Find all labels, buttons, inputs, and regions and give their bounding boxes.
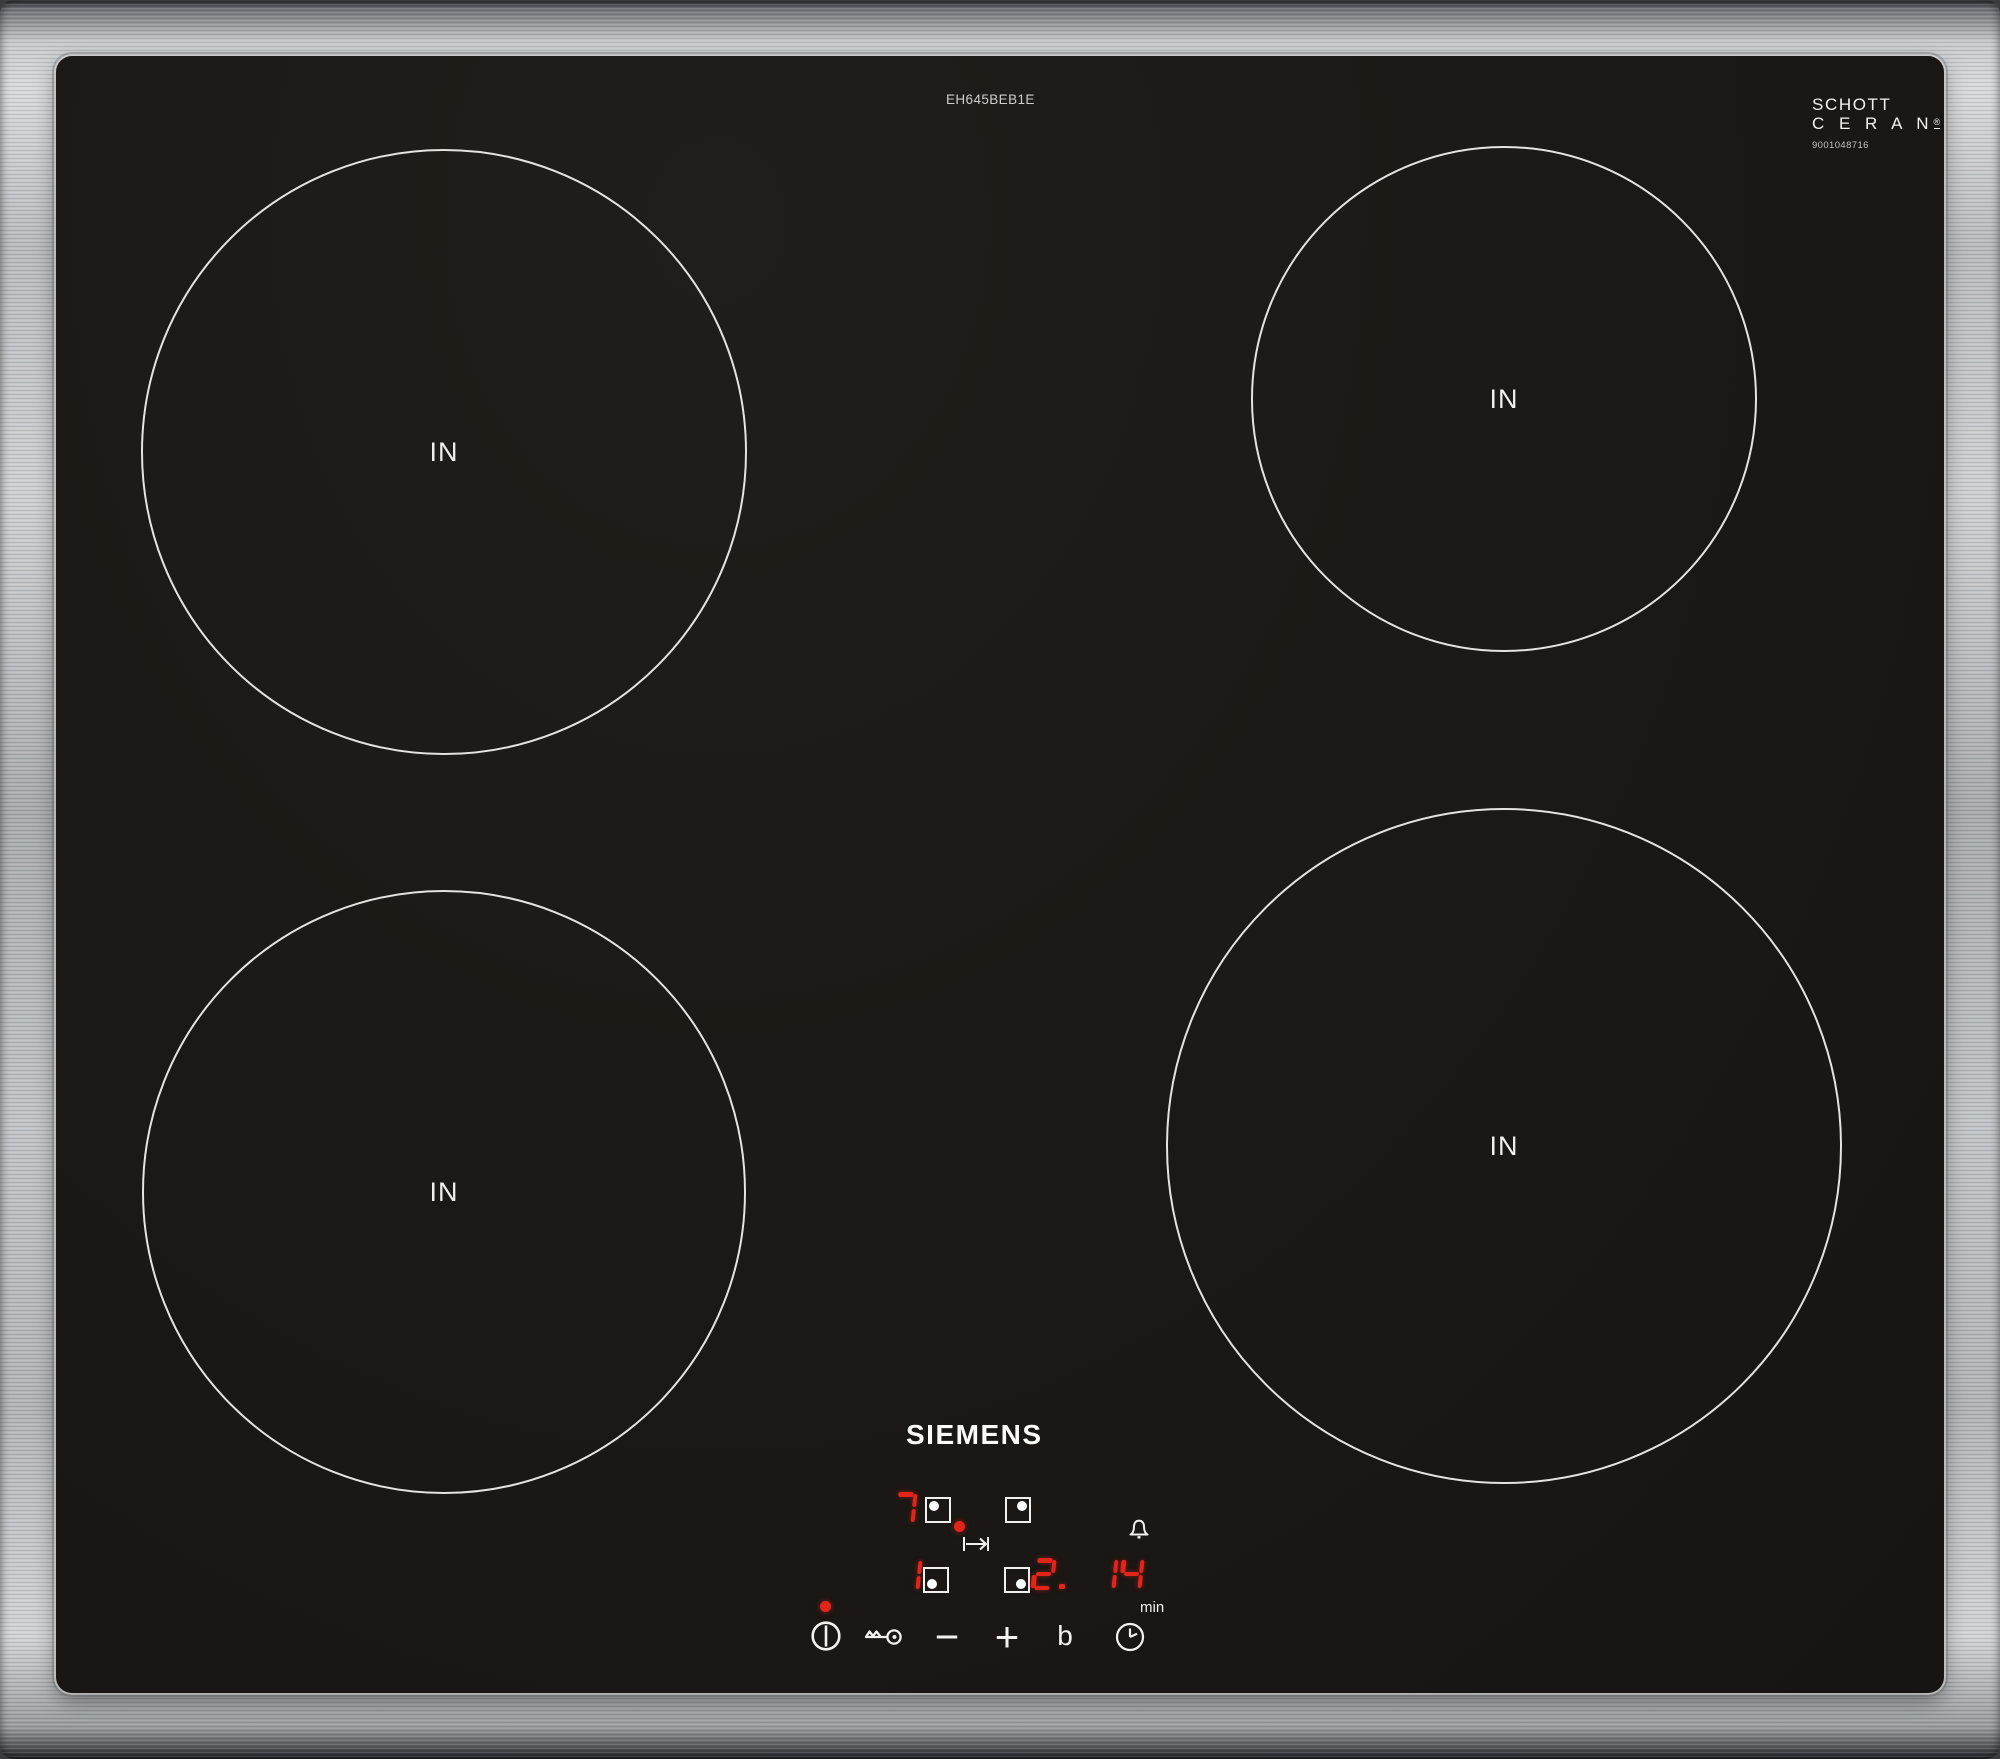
child-lock-button[interactable] <box>862 1625 904 1649</box>
zone-induction-label: IN <box>429 1176 459 1207</box>
minus-button[interactable]: − <box>930 1616 964 1658</box>
power-level-display-front-left <box>898 1559 923 1591</box>
zone-position-dot <box>929 1501 939 1511</box>
cooking-zone-front-right: IN <box>1166 808 1842 1484</box>
power-indicator-dot <box>820 1601 831 1612</box>
zone-induction-label: IN <box>1489 383 1519 414</box>
cooking-zone-back-right: IN <box>1251 146 1757 652</box>
power-level-display-back-left <box>893 1492 918 1524</box>
zone-position-dot <box>927 1579 937 1589</box>
schott-ceran-logo: SCHOTT C E R A N® 9001048716 <box>1812 95 1941 151</box>
plus-glyph: + <box>994 1613 1020 1660</box>
minus-glyph: − <box>934 1613 960 1660</box>
plus-button[interactable]: + <box>990 1616 1024 1658</box>
zone-selected-indicator-dot <box>954 1521 965 1532</box>
cooking-zone-front-left: IN <box>142 890 746 1494</box>
zone-induction-label: IN <box>429 436 459 467</box>
zone-select-key-back-right[interactable] <box>1005 1497 1031 1523</box>
siemens-logo: SIEMENS <box>906 1419 1043 1450</box>
schott-logo-line2: C E R A N® <box>1812 114 1941 133</box>
zone-induction-label: IN <box>1489 1130 1519 1161</box>
zone-position-dot <box>1016 1579 1026 1589</box>
schott-logo-line1: SCHOTT <box>1812 95 1892 114</box>
glass-code: 9001048716 <box>1812 140 1869 151</box>
zone-select-key-front-right[interactable] <box>1004 1567 1030 1593</box>
timer-bell-icon <box>1127 1516 1151 1542</box>
clock-icon <box>1115 1622 1145 1652</box>
cooking-zone-back-left: IN <box>141 149 747 755</box>
zone-position-dot <box>1017 1501 1027 1511</box>
model-number: EH645BEB1E <box>946 92 1035 107</box>
timer-button[interactable] <box>1114 1621 1146 1653</box>
booster-glyph: b <box>1057 1620 1073 1651</box>
power-icon <box>811 1621 841 1651</box>
key-icon <box>864 1629 902 1645</box>
timer-assign-arrow-icon <box>962 1534 990 1554</box>
booster-button[interactable]: b <box>1052 1620 1078 1652</box>
registered-mark: ® <box>1933 117 1941 129</box>
power-button[interactable] <box>810 1620 842 1652</box>
timer-min-label: min <box>1140 1599 1165 1616</box>
induction-hob: IN IN IN IN EH645BEB1E SCHOTT C E R A N®… <box>0 0 2000 1759</box>
zone-select-key-front-left[interactable] <box>923 1567 949 1593</box>
power-level-display-front-right <box>1030 1558 1065 1590</box>
zone-select-key-back-left[interactable] <box>925 1497 951 1523</box>
timer-display <box>1094 1558 1145 1590</box>
